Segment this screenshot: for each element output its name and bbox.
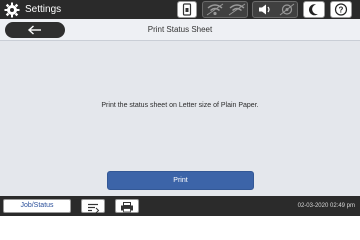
volume-icon — [259, 4, 270, 15]
printer-status-button[interactable] — [115, 199, 139, 213]
sleep-button[interactable] — [303, 1, 325, 18]
svg-text:?: ? — [339, 6, 344, 15]
print-button[interactable]: Print — [107, 171, 254, 190]
job-status-button[interactable]: Job/Status — [3, 199, 71, 213]
help-icon: ? — [334, 3, 348, 16]
sound-settings-button[interactable] — [252, 1, 298, 18]
status-sheet-message: Print the status sheet on Letter size of… — [101, 102, 259, 109]
page-title: Print Status Sheet — [147, 25, 213, 34]
wifi-direct-icon — [228, 3, 246, 16]
bottom-bar: Job/Status 02-03-2020 02:49 pm — [0, 196, 360, 216]
sim-card-icon — [182, 3, 192, 16]
main-content: Print the status sheet on Letter size of… — [0, 41, 360, 196]
device-status-button[interactable] — [177, 1, 197, 18]
network-status-button[interactable] — [202, 1, 248, 18]
printer-icon — [121, 202, 133, 213]
sleep-moon-icon — [308, 4, 318, 16]
date-time: 02-03-2020 02:49 pm — [297, 203, 355, 209]
wifi-icon — [206, 3, 224, 16]
help-button[interactable]: ? — [330, 1, 352, 18]
job-list-icon — [88, 203, 100, 214]
quiet-mode-icon — [279, 3, 295, 16]
top-bar: Settings ? — [0, 0, 360, 19]
settings-title: Settings — [25, 4, 62, 15]
navigation-bar: Print Status Sheet — [0, 19, 360, 41]
gear-icon[interactable] — [4, 2, 20, 18]
job-queue-button[interactable] — [81, 199, 105, 214]
